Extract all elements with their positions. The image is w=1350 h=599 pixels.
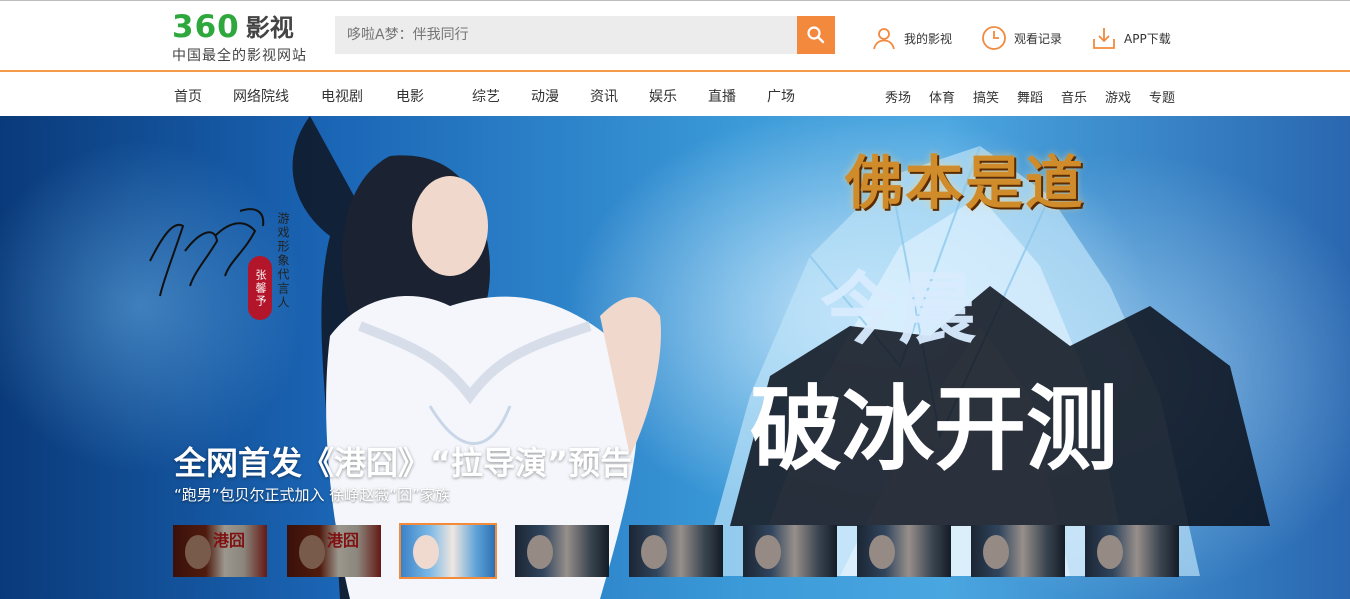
thumb-face	[413, 535, 439, 569]
banner-thumb-6[interactable]	[741, 523, 839, 579]
thumb-shade	[971, 525, 1065, 577]
clock-icon	[980, 24, 1008, 52]
name-seal: 张馨予	[248, 256, 272, 320]
site-header: 360 影视 中国最全的影视网站 哆啦A梦：伴我同行 我的影视 观看记录 APP…	[0, 0, 1350, 72]
thumb-shade	[629, 525, 723, 577]
nav-sub-funny[interactable]: 搞笑	[973, 87, 999, 106]
logo-number: 360	[172, 9, 240, 45]
banner-thumb-1[interactable]: 港囧	[171, 523, 269, 579]
nav-item-entertainment[interactable]: 娱乐	[649, 86, 677, 106]
banner-thumb-8[interactable]	[969, 523, 1067, 579]
user-icon	[870, 24, 898, 52]
app-download-label: APP下载	[1124, 31, 1171, 46]
banner-caption[interactable]: 全网首发《港囧》“拉导演”预告	[174, 438, 632, 484]
my-videos-link[interactable]: 我的影视	[870, 24, 952, 52]
main-nav: 首页 网络院线 电视剧 电影 综艺 动漫 资讯 娱乐 直播 广场 秀场 体育 搞…	[0, 72, 1350, 116]
banner-thumbnail-strip: 港囧 港囧	[171, 523, 1181, 579]
banner-thumb-7[interactable]	[855, 523, 953, 579]
logo-brand: 360 影视	[172, 11, 332, 43]
watch-history-label: 观看记录	[1014, 31, 1063, 46]
thumb-shade	[857, 525, 951, 577]
thumb-shade	[1085, 525, 1179, 577]
nav-item-square[interactable]: 广场	[767, 86, 795, 106]
nav-sub-games[interactable]: 游戏	[1105, 87, 1131, 106]
nav-sub-dance[interactable]: 舞蹈	[1017, 87, 1043, 106]
nav-item-tv[interactable]: 电视剧	[321, 86, 363, 106]
banner-thumb-2[interactable]: 港囧	[285, 523, 383, 579]
search-button[interactable]	[797, 16, 835, 54]
nav-sub-topics[interactable]: 专题	[1149, 87, 1175, 106]
nav-item-anime[interactable]: 动漫	[531, 86, 559, 106]
thumb-shade	[287, 525, 381, 577]
logo-text: 影视	[245, 14, 294, 42]
game-title-art: 佛本是道	[845, 149, 1086, 217]
banner-thumb-9[interactable]	[1083, 523, 1181, 579]
banner-thumb-4[interactable]	[513, 523, 611, 579]
search-icon	[807, 26, 825, 44]
brush-top-text: 今晨	[820, 264, 976, 355]
watch-history-link[interactable]: 观看记录	[980, 24, 1062, 52]
banner-thumb-5[interactable]	[627, 523, 725, 579]
nav-item-news[interactable]: 资讯	[590, 86, 618, 106]
brush-calligraphy-art: 今晨 破冰开测	[730, 264, 1270, 526]
my-videos-label: 我的影视	[904, 31, 953, 46]
page: 360 影视 中国最全的影视网站 哆啦A梦：伴我同行 我的影视 观看记录 APP…	[0, 0, 1350, 599]
thumb-shade	[743, 525, 837, 577]
spokesperson-text: 游戏形象代言人	[276, 212, 290, 310]
header-tools: 我的影视 观看记录 APP下载	[870, 21, 1199, 55]
download-icon	[1090, 24, 1118, 52]
site-logo[interactable]: 360 影视 中国最全的影视网站	[172, 11, 332, 64]
nav-item-home[interactable]: 首页	[174, 86, 202, 106]
thumb-shade	[515, 525, 609, 577]
app-download-link[interactable]: APP下载	[1090, 24, 1171, 52]
search-bar	[335, 16, 835, 54]
brush-bottom-text: 破冰开测	[750, 375, 1118, 483]
nav-item-movies[interactable]: 电影	[396, 86, 424, 106]
banner-thumb-3-active[interactable]	[399, 523, 497, 579]
nav-item-variety[interactable]: 综艺	[472, 86, 500, 106]
thumb-shade	[173, 525, 267, 577]
nav-sub-music[interactable]: 音乐	[1061, 87, 1087, 106]
logo-tagline: 中国最全的影视网站	[172, 48, 307, 64]
banner-subcaption: “跑男”包贝尔正式加入 徐峥赵薇“囧”家族	[174, 486, 450, 504]
search-input[interactable]	[335, 16, 797, 54]
hero-banner[interactable]: 游戏形象代言人 张馨予 佛本是道 今晨 破冰开测 全网首发《港囧》“拉导演”预告…	[0, 116, 1350, 599]
nav-item-live[interactable]: 直播	[708, 86, 736, 106]
nav-sub-show[interactable]: 秀场	[885, 87, 911, 106]
nav-sub-sports[interactable]: 体育	[929, 87, 955, 106]
nav-item-web-cinema[interactable]: 网络院线	[233, 86, 289, 106]
